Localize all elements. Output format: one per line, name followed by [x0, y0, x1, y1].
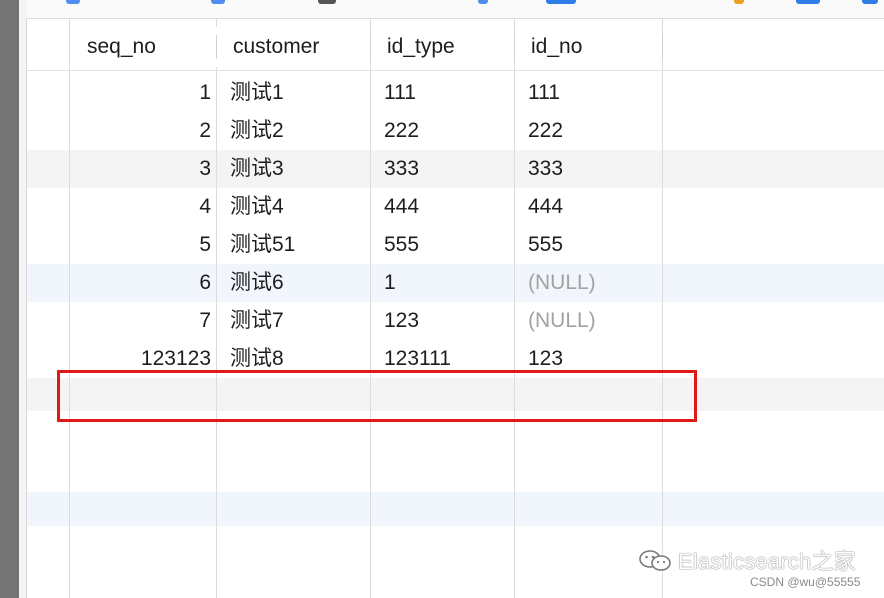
column-header-seq-no[interactable]: seq_no [71, 27, 217, 67]
table-row[interactable]: 7 测试7 123 (NULL) [27, 302, 884, 340]
header-divider [27, 70, 884, 71]
result-grid: seq_no customer id_type id_no 1 测试1 111 … [27, 19, 884, 598]
table-row[interactable]: 6 测试6 1 (NULL) [27, 264, 884, 302]
credit-text: CSDN @wu@55555 [750, 575, 861, 589]
cell-id-type[interactable]: 444 [383, 188, 523, 226]
cell-seq-no[interactable]: 4 [71, 188, 215, 226]
watermark-text: Elasticsearch之家 [678, 549, 856, 574]
cell-id-no[interactable]: 222 [527, 112, 667, 150]
toolbar-icon[interactable] [478, 0, 488, 4]
window-edge [0, 0, 19, 598]
cell-id-type[interactable]: 123 [383, 302, 523, 340]
column-header-id-type[interactable]: id_type [371, 27, 514, 67]
row-stripe [27, 492, 884, 526]
header-separator [662, 35, 663, 59]
cell-id-no[interactable]: 555 [527, 226, 667, 264]
cell-customer[interactable]: 测试6 [228, 264, 368, 302]
column-header-row: seq_no customer id_type id_no [27, 27, 884, 67]
toolbar-icon[interactable] [796, 0, 820, 4]
cell-id-type[interactable]: 111 [383, 74, 523, 112]
header-separator [370, 35, 371, 59]
cell-customer[interactable]: 测试1 [228, 74, 368, 112]
cell-customer[interactable]: 测试7 [228, 302, 368, 340]
cell-id-no[interactable]: 444 [527, 188, 667, 226]
toolbar-icon[interactable] [546, 0, 576, 4]
cell-customer[interactable]: 测试51 [228, 226, 368, 264]
toolbar-icon[interactable] [734, 0, 744, 4]
table-row[interactable]: 5 测试51 555 555 [27, 226, 884, 264]
toolbar-icon[interactable] [318, 0, 336, 4]
cell-seq-no[interactable]: 3 [71, 150, 215, 188]
cell-seq-no[interactable]: 6 [71, 264, 215, 302]
cell-seq-no[interactable]: 5 [71, 226, 215, 264]
column-header-customer[interactable]: customer [217, 27, 370, 67]
cell-seq-no[interactable]: 2 [71, 112, 215, 150]
cell-id-no[interactable]: (NULL) [527, 302, 667, 340]
cell-id-no[interactable]: (NULL) [527, 264, 667, 302]
cell-id-type[interactable]: 333 [383, 150, 523, 188]
cell-customer[interactable]: 测试3 [228, 150, 368, 188]
toolbar-icon[interactable] [211, 0, 225, 4]
cell-id-no[interactable]: 111 [527, 74, 667, 112]
watermark: Elasticsearch之家 [638, 544, 856, 576]
cell-id-type[interactable]: 1 [383, 264, 523, 302]
toolbar-icon[interactable] [66, 0, 80, 4]
cell-customer[interactable]: 测试4 [228, 188, 368, 226]
column-header-id-no[interactable]: id_no [515, 27, 662, 67]
table-row[interactable]: 3 测试3 333 333 [27, 150, 884, 188]
cell-customer[interactable]: 测试2 [228, 112, 368, 150]
cell-id-no[interactable]: 333 [527, 150, 667, 188]
row-gutter [19, 0, 27, 598]
table-row[interactable]: 2 测试2 222 222 [27, 112, 884, 150]
toolbar [26, 0, 884, 19]
cell-seq-no[interactable]: 7 [71, 302, 215, 340]
cell-id-type[interactable]: 555 [383, 226, 523, 264]
table-row[interactable]: 4 测试4 444 444 [27, 188, 884, 226]
cell-seq-no[interactable]: 1 [71, 74, 215, 112]
toolbar-icon[interactable] [862, 0, 878, 4]
cell-id-type[interactable]: 222 [383, 112, 523, 150]
header-separator [216, 35, 217, 59]
wechat-icon [638, 550, 672, 572]
table-row[interactable]: 1 测试1 111 111 [27, 74, 884, 112]
header-separator [514, 35, 515, 59]
highlight-annotation-box [57, 370, 697, 422]
